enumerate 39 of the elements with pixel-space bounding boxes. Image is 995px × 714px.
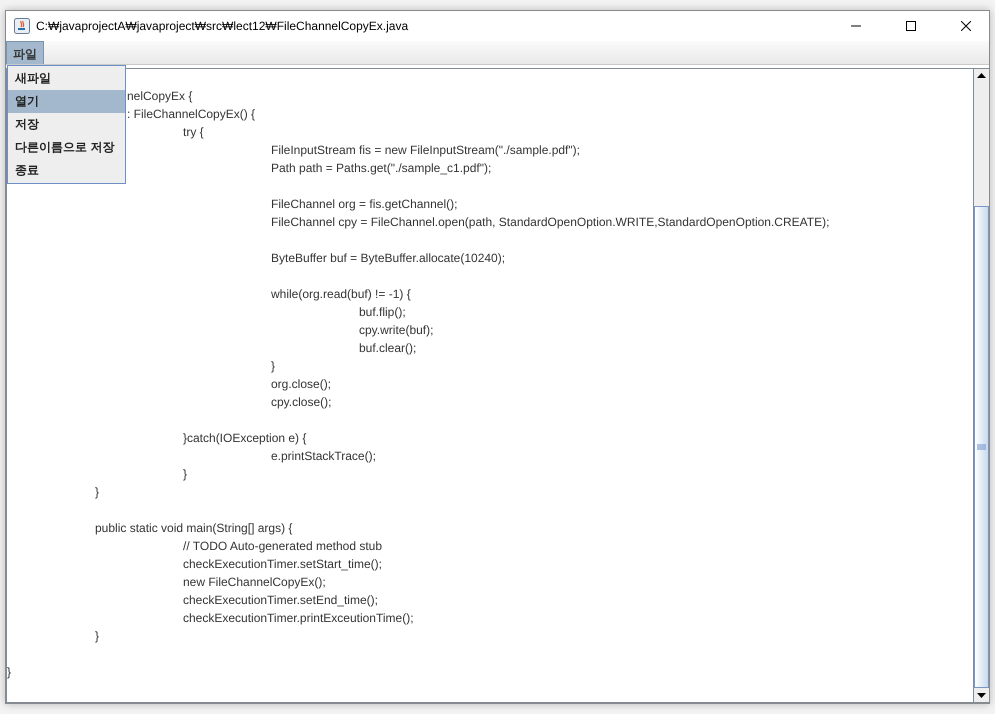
code-line: }catch(IOException e) {	[183, 431, 306, 445]
code-line: cpy.close();	[271, 395, 332, 409]
code-line: try {	[183, 125, 204, 139]
coffee-cup-icon	[14, 18, 30, 34]
code-line: }	[7, 665, 12, 679]
code-line: : FileChannelCopyEx() {	[127, 107, 256, 121]
close-icon[interactable]	[961, 21, 971, 31]
code-line: e.printStackTrace();	[271, 449, 376, 463]
code-line: FileInputStream fis = new FileInputStream("./sample.pdf");	[271, 143, 580, 157]
scrollbar-thumb[interactable]	[974, 206, 989, 688]
code-line: public static void main(String[] args) {	[95, 521, 292, 535]
menu-bar-item[interactable]: 파일	[6, 41, 44, 64]
menu-item[interactable]: 열기	[8, 90, 125, 113]
code-line: buf.flip();	[359, 305, 406, 319]
code-line: checkExecutionTimer.setStart_time();	[183, 557, 382, 571]
code-line: buf.clear();	[359, 341, 416, 355]
code-line: new FileChannelCopyEx();	[183, 575, 326, 589]
code-line: }	[95, 629, 100, 643]
code-line: checkExecutionTimer.setEnd_time();	[183, 593, 378, 607]
code-line: ByteBuffer buf = ByteBuffer.allocate(10240);	[271, 251, 506, 265]
code-line: Path path = Paths.get("./sample_c1.pdf");	[271, 161, 492, 175]
menu-item[interactable]: 다른이름으로 저장	[8, 136, 125, 159]
menu-item[interactable]: 종료	[8, 159, 125, 182]
code-line: }	[95, 485, 100, 499]
menu-item[interactable]: 저장	[8, 113, 125, 136]
code-line: nelCopyEx {	[127, 89, 192, 103]
code-line: }	[271, 359, 276, 373]
maximize-icon[interactable]	[906, 21, 916, 31]
code-line: // TODO Auto-generated method stub	[183, 539, 382, 553]
code-line: FileChannel org = fis.getChannel();	[271, 197, 458, 211]
code-line: org.close();	[271, 377, 332, 391]
window-title: C:₩javaprojectA₩javaproject₩src₩lect12₩FileChannelCopyEx.java	[36, 19, 408, 33]
menu-item[interactable]: 새파일	[8, 67, 125, 90]
code-line: FileChannel cpy = FileChannel.open(path, StandardOpenOption.WRITE,StandardOpenOption.CREATE);	[271, 215, 830, 229]
vertical-scrollbar[interactable]	[973, 69, 989, 702]
code-line: cpy.write(buf);	[359, 323, 434, 337]
code-line: }	[183, 467, 188, 481]
code-line: checkExecutionTimer.printExceutionTime();	[183, 611, 414, 625]
code-line: while(org.read(buf) != -1) {	[271, 287, 411, 301]
